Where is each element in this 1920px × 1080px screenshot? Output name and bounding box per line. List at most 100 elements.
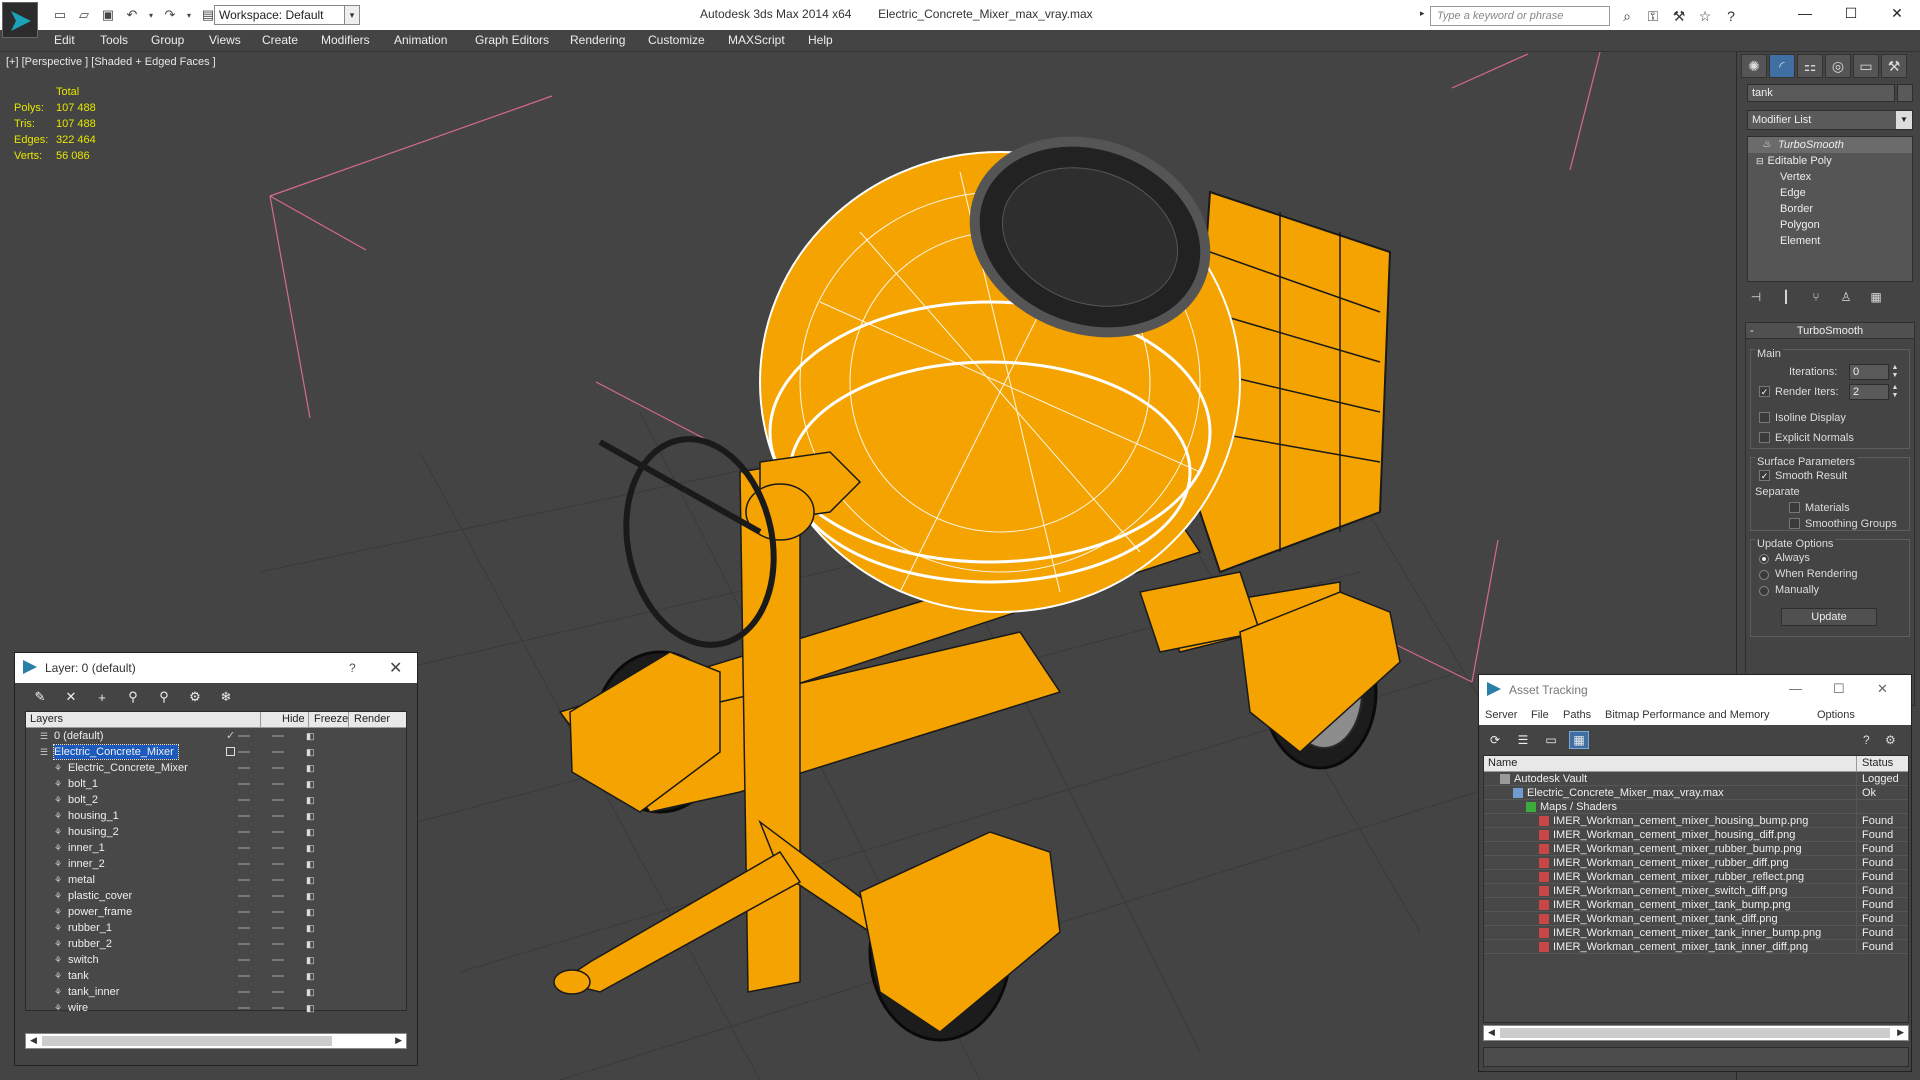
refresh-icon[interactable]: ⟳ [1485, 731, 1505, 749]
thumbnail-view-icon[interactable]: ▭ [1541, 731, 1561, 749]
layer-row[interactable]: ⚘ metal ◧ [26, 872, 406, 888]
maximize-button[interactable]: ☐ [1828, 0, 1874, 26]
scroll-thumb[interactable] [42, 1036, 332, 1046]
layer-row-name[interactable]: tank_inner [68, 985, 123, 999]
hide-toggle[interactable] [238, 815, 250, 817]
redo-dropdown-icon[interactable]: ▾ [184, 5, 194, 25]
close-button[interactable]: ✕ [1874, 0, 1920, 26]
freeze-toggle[interactable] [272, 751, 284, 753]
menu-graph-editors[interactable]: Graph Editors [475, 33, 549, 47]
layer-row-name[interactable]: metal [68, 873, 99, 887]
column-freeze[interactable]: Freeze [314, 713, 348, 725]
render-teapot-icon[interactable]: ◧ [306, 795, 315, 806]
maximize-icon[interactable]: ☐ [1833, 681, 1845, 697]
layer-row-name[interactable]: Electric_Concrete_Mixer [68, 761, 192, 775]
isoline-display-checkbox[interactable] [1759, 412, 1770, 423]
smoothing-groups-checkbox[interactable] [1789, 518, 1800, 529]
scroll-right-icon[interactable]: ▶ [395, 1035, 402, 1046]
hide-toggle[interactable] [238, 767, 250, 769]
select-layer-icon[interactable]: ⚲ [153, 687, 175, 707]
always-radio[interactable] [1759, 554, 1769, 564]
freeze-toggle[interactable] [272, 815, 284, 817]
stack-subobject-polygon[interactable]: Polygon [1748, 217, 1912, 233]
layer-row[interactable]: ⚘ power_frame ◧ [26, 904, 406, 920]
stack-item-editable-poly[interactable]: ⊟ Editable Poly [1748, 153, 1912, 169]
lightbulb-icon[interactable]: ♨ [1762, 137, 1771, 153]
utilities-tab-icon[interactable]: ⚒ [1881, 54, 1907, 78]
explicit-normals-checkbox[interactable] [1759, 432, 1770, 443]
help-options-icon[interactable]: ⚙ [1885, 733, 1896, 747]
key-icon[interactable]: ⚿ [1642, 6, 1664, 26]
create-layer-icon[interactable]: ✎ [29, 687, 51, 707]
spinner-arrows-icon[interactable]: ▲ ▼ [1891, 384, 1899, 400]
hide-toggle[interactable] [238, 991, 250, 993]
hide-toggle[interactable] [238, 799, 250, 801]
remove-modifier-icon[interactable]: ♙ [1835, 288, 1857, 306]
close-icon[interactable]: ✕ [1877, 681, 1888, 697]
hide-toggle[interactable] [238, 943, 250, 945]
asset-row[interactable]: IMER_Workman_cement_mixer_housing_bump.p… [1484, 814, 1908, 828]
iterations-spinner[interactable]: 0 [1849, 364, 1889, 380]
render-teapot-icon[interactable]: ◧ [306, 907, 315, 918]
freeze-toggle[interactable] [272, 799, 284, 801]
layer-row[interactable]: ⚘ rubber_2 ◧ [26, 936, 406, 952]
asset-menu-options[interactable]: Options [1817, 709, 1855, 721]
stack-subobject-edge[interactable]: Edge [1748, 185, 1912, 201]
set-active-layer-box[interactable] [226, 747, 235, 756]
table-view-icon[interactable]: ▦ [1569, 731, 1589, 749]
hide-toggle[interactable] [238, 783, 250, 785]
render-teapot-icon[interactable]: ◧ [306, 971, 315, 982]
save-file-icon[interactable]: ▣ [98, 5, 118, 25]
asset-row[interactable]: IMER_Workman_cement_mixer_tank_inner_dif… [1484, 940, 1908, 954]
add-to-layer-icon[interactable]: + [91, 687, 113, 707]
freeze-toggle[interactable] [272, 943, 284, 945]
layer-row-name[interactable]: bolt_2 [68, 793, 102, 807]
modifier-list-dropdown[interactable]: Modifier List ▼ [1747, 110, 1913, 130]
render-teapot-icon[interactable]: ◧ [306, 731, 315, 742]
layer-row[interactable]: ⚘ bolt_1 ◧ [26, 776, 406, 792]
menu-help[interactable]: Help [808, 33, 833, 47]
manually-radio[interactable] [1759, 586, 1769, 596]
stack-subobject-vertex[interactable]: Vertex [1748, 169, 1912, 185]
layer-row[interactable]: ⚘ Electric_Concrete_Mixer ◧ [26, 760, 406, 776]
motion-tab-icon[interactable]: ◎ [1825, 54, 1851, 78]
freeze-toggle[interactable] [272, 975, 284, 977]
freeze-toggle[interactable] [272, 895, 284, 897]
search-expand-icon[interactable]: ▸ [1420, 8, 1425, 19]
render-teapot-icon[interactable]: ◧ [306, 747, 315, 758]
menu-modifiers[interactable]: Modifiers [321, 33, 370, 47]
layer-row-name[interactable]: housing_2 [68, 825, 123, 839]
asset-row[interactable]: IMER_Workman_cement_mixer_rubber_diff.pn… [1484, 856, 1908, 870]
asset-menu-bitmap-performance[interactable]: Bitmap Performance and Memory [1605, 709, 1769, 721]
layer-row-name[interactable]: housing_1 [68, 809, 123, 823]
render-teapot-icon[interactable]: ◧ [306, 763, 315, 774]
scroll-left-icon[interactable]: ◀ [30, 1035, 37, 1046]
menu-edit[interactable]: Edit [54, 33, 75, 47]
menu-views[interactable]: Views [209, 33, 241, 47]
hierarchy-tab-icon[interactable]: ⚏ [1797, 54, 1823, 78]
scroll-thumb[interactable] [1500, 1028, 1890, 1038]
hide-toggle[interactable] [238, 895, 250, 897]
asset-menu-file[interactable]: File [1531, 709, 1549, 721]
freeze-toggle[interactable] [272, 783, 284, 785]
render-teapot-icon[interactable]: ◧ [306, 827, 315, 838]
qat-customize-icon[interactable]: ▾ [344, 5, 360, 25]
dialog-title-bar[interactable]: Asset Tracking — ☐ ✕ [1479, 675, 1911, 705]
asset-row[interactable]: IMER_Workman_cement_mixer_tank_bump.png F… [1484, 898, 1908, 912]
freeze-toggle[interactable] [272, 991, 284, 993]
pin-stack-icon[interactable]: ⊣ [1745, 288, 1767, 306]
select-objects-icon[interactable]: ⚲ [122, 687, 144, 707]
render-teapot-icon[interactable]: ◧ [306, 859, 315, 870]
layer-row-name[interactable]: tank [68, 969, 93, 983]
freeze-toggle[interactable] [272, 879, 284, 881]
render-teapot-icon[interactable]: ◧ [306, 779, 315, 790]
asset-menu-server[interactable]: Server [1485, 709, 1517, 721]
undo-dropdown-icon[interactable]: ▾ [146, 5, 156, 25]
horizontal-scrollbar[interactable]: ◀ ▶ [25, 1033, 407, 1049]
horizontal-scrollbar[interactable]: ◀ ▶ [1483, 1025, 1909, 1041]
column-layers[interactable]: Layers [30, 713, 63, 725]
column-status[interactable]: Status [1862, 757, 1893, 769]
dialog-title-bar[interactable]: Layer: 0 (default) ? ✕ [15, 653, 417, 683]
freeze-toggle[interactable] [272, 767, 284, 769]
hide-toggle[interactable] [238, 847, 250, 849]
